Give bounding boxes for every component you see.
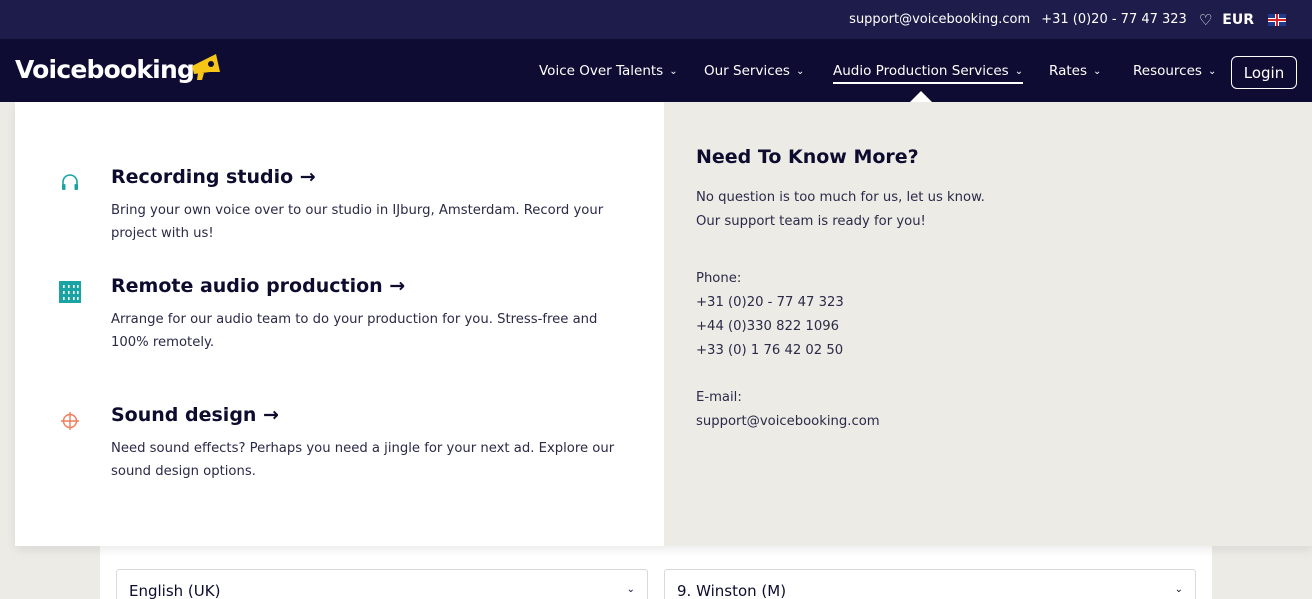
support-email-link[interactable]: support@voicebooking.com — [849, 12, 1030, 27]
support-phone-link[interactable]: +31 (0)20 - 77 47 323 — [1041, 12, 1187, 27]
nav-voice-over-talents[interactable]: Voice Over Talents ⌄ — [539, 63, 678, 79]
nav-resources[interactable]: Resources ⌄ — [1133, 63, 1216, 79]
help-text-line: Our support team is ready for you! — [696, 214, 926, 229]
uk-flag-icon[interactable] — [1268, 13, 1286, 26]
help-column: Need To Know More? No question is too mu… — [664, 102, 1312, 546]
top-bar: support@voicebooking.com +31 (0)20 - 77 … — [0, 0, 1312, 39]
chevron-down-icon: ⌄ — [1093, 65, 1102, 77]
phone-label: Phone: — [696, 271, 742, 286]
nav-our-services[interactable]: Our Services ⌄ — [704, 63, 804, 79]
email-label: E-mail: — [696, 390, 742, 405]
nav-label: Resources — [1133, 63, 1202, 79]
audio-production-dropdown: Recording studio → Bring your own voice … — [15, 102, 1312, 546]
phone-number-nl[interactable]: +31 (0)20 - 77 47 323 — [696, 291, 844, 315]
voice-select-value: 9. Winston (M) — [677, 582, 787, 599]
nav-label: Voice Over Talents — [539, 63, 664, 79]
phone-number-uk[interactable]: +44 (0)330 822 1096 — [696, 315, 839, 339]
language-select-value: English (UK) — [129, 582, 221, 599]
chevron-down-icon: ⌄ — [626, 584, 635, 595]
service-description: Bring your own voice over to our studio … — [111, 203, 604, 241]
megaphone-icon — [192, 54, 220, 80]
mixer-icon — [59, 281, 81, 303]
nav-audio-production-services[interactable]: Audio Production Services ⌄ — [833, 63, 1024, 84]
help-email-link[interactable]: support@voicebooking.com — [696, 410, 880, 434]
service-title-recording-studio[interactable]: Recording studio → — [111, 166, 316, 188]
heart-icon[interactable]: ♡ — [1199, 11, 1212, 29]
service-title-remote-audio-production[interactable]: Remote audio production → — [111, 275, 405, 297]
login-button[interactable]: Login — [1231, 56, 1297, 89]
chevron-down-icon: ⌄ — [1207, 65, 1217, 77]
help-text-line: No question is too much for us, let us k… — [696, 190, 985, 205]
nav-label: Our Services — [704, 63, 790, 79]
nav-label: Audio Production Services — [833, 63, 1009, 79]
crosshair-icon — [61, 412, 79, 430]
voicebooking-logo[interactable]: Voicebooking — [15, 55, 195, 84]
main-navbar: Voicebooking Voice Over Talents ⌄ Our Se… — [0, 39, 1312, 102]
help-title: Need To Know More? — [696, 146, 919, 168]
chevron-down-icon: ⌄ — [1014, 65, 1024, 77]
nav-label: Rates — [1049, 63, 1087, 79]
dropdown-caret — [910, 91, 932, 102]
chevron-down-icon: ⌄ — [1174, 584, 1183, 595]
language-select[interactable]: English (UK) ⌄ — [116, 569, 648, 599]
service-description: Arrange for our audio team to do your pr… — [111, 312, 598, 350]
currency-selector[interactable]: EUR — [1222, 12, 1254, 28]
chevron-down-icon: ⌄ — [669, 65, 678, 77]
voice-select[interactable]: 9. Winston (M) ⌄ — [664, 569, 1196, 599]
phone-number-fr[interactable]: +33 (0) 1 76 42 02 50 — [696, 339, 843, 363]
nav-rates[interactable]: Rates ⌄ — [1049, 63, 1101, 79]
services-column: Recording studio → Bring your own voice … — [15, 102, 664, 546]
headphones-icon — [62, 174, 78, 190]
service-title-sound-design[interactable]: Sound design → — [111, 404, 279, 426]
chevron-down-icon: ⌄ — [795, 65, 805, 77]
service-description: Need sound effects? Perhaps you need a j… — [111, 441, 615, 479]
